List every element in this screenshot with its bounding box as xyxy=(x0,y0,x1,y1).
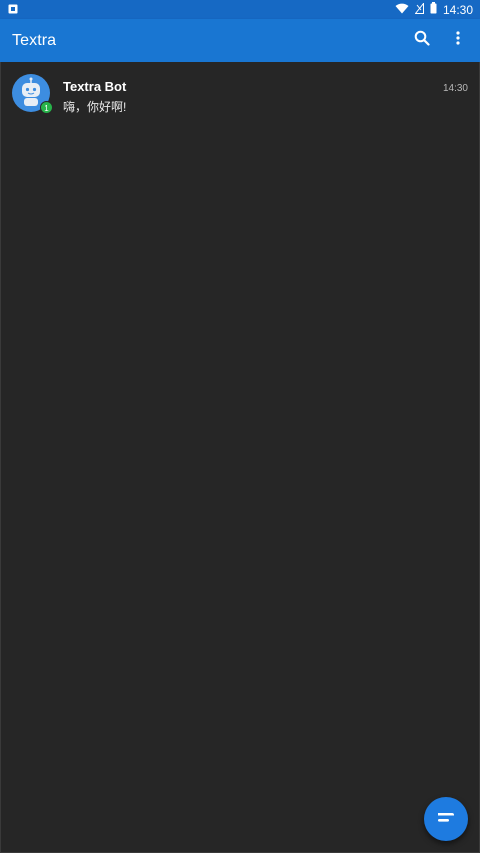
app-notification-icon xyxy=(8,3,18,17)
contact-name: Textra Bot xyxy=(63,79,127,94)
conversation-list: 1 Textra Bot 嗨，你好啊! 14:30 xyxy=(0,62,480,853)
left-edge-divider xyxy=(0,62,1,853)
conversation-row[interactable]: 1 Textra Bot 嗨，你好啊! 14:30 xyxy=(0,62,480,124)
battery-icon xyxy=(430,2,437,17)
app-title: Textra xyxy=(12,31,57,49)
search-button[interactable] xyxy=(410,29,434,53)
status-time: 14:30 xyxy=(442,2,473,17)
no-signal-icon xyxy=(414,1,424,17)
status-bar-left xyxy=(8,3,18,17)
conversation-text: Textra Bot 嗨，你好啊! xyxy=(63,79,468,115)
compose-fab[interactable] xyxy=(424,797,468,841)
unread-badge: 1 xyxy=(40,101,53,114)
app-bar: Textra xyxy=(0,19,480,62)
message-time: 14:30 xyxy=(442,83,468,94)
message-snippet: 嗨，你好啊! xyxy=(63,100,127,114)
compose-icon xyxy=(436,810,456,829)
search-icon xyxy=(414,30,430,51)
app-bar-actions xyxy=(410,29,470,53)
status-bar: 14:30 xyxy=(0,0,480,19)
more-vert-icon xyxy=(456,31,460,50)
status-bar-right: 14:30 xyxy=(395,1,473,17)
more-options-button[interactable] xyxy=(446,29,470,53)
avatar[interactable]: 1 xyxy=(12,74,53,114)
wifi-icon xyxy=(395,3,409,17)
